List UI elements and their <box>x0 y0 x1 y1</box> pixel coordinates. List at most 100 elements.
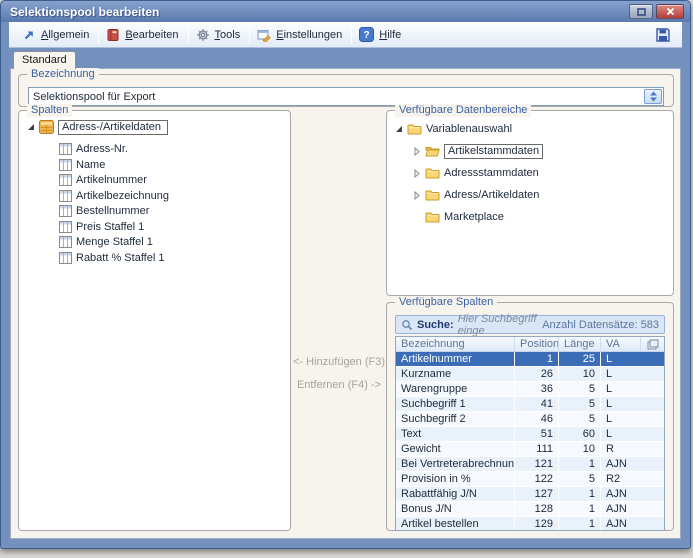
svg-text:?: ? <box>364 30 370 41</box>
dataset-icon <box>39 120 54 134</box>
column-icon <box>59 221 72 233</box>
restore-icon <box>637 8 646 16</box>
tab-standard[interactable]: Standard <box>13 51 76 69</box>
datenbereiche-group-label: Verfügbare Datenbereiche <box>395 104 531 117</box>
table-row[interactable]: Suchbegriff 2465L <box>396 412 664 427</box>
datenbereiche-item-marketplace[interactable]: Marketplace <box>425 209 504 225</box>
search-label: Suche: <box>417 319 454 331</box>
folder-icon <box>425 189 440 201</box>
header-va[interactable]: VA <box>600 337 640 351</box>
spalten-root-label: Adress-/Artikeldaten <box>58 120 168 135</box>
spalten-item-preis-staffel[interactable]: Preis Staffel 1 <box>59 219 144 235</box>
table-row[interactable]: Text5160L <box>396 427 664 442</box>
spalten-item-name[interactable]: Name <box>59 157 105 173</box>
spalten-item-label: Adress-Nr. <box>76 143 128 155</box>
tools-icon <box>196 28 210 42</box>
spalten-item-label: Name <box>76 159 105 171</box>
column-icon <box>59 159 72 171</box>
dialog-window: Selektionspool bearbeiten Allgemein Bear… <box>0 0 691 549</box>
spalten-groupbox: Spalten Adress-/Artikeldaten Adress-Nr. … <box>18 110 291 531</box>
table-row[interactable]: Suchbegriff 1415L <box>396 397 664 412</box>
collapse-arrow-icon[interactable] <box>413 169 421 178</box>
expand-arrow-icon[interactable] <box>27 123 35 131</box>
bearbeiten-button[interactable]: Bearbeiten <box>99 24 187 46</box>
header-laenge[interactable]: Länge <box>558 337 600 351</box>
add-columns-button[interactable]: <- Hinzufügen (F3) <box>293 356 385 368</box>
spalten-item-label: Artikelbezeichnung <box>76 190 169 202</box>
updown-arrows-icon <box>649 91 658 102</box>
column-icon <box>59 252 72 264</box>
content-panel: Bezeichnung Selektionspool für Export Sp… <box>10 68 681 539</box>
datenbereiche-root-label: Variablenauswahl <box>426 123 512 135</box>
spalten-item-adress-nr[interactable]: Adress-Nr. <box>59 141 128 157</box>
header-bezeichnung[interactable]: Bezeichnung <box>396 337 514 351</box>
spalten-item-label: Bestellnummer <box>76 205 149 217</box>
search-icon <box>401 319 413 331</box>
help-icon: ? <box>359 27 374 42</box>
datenbereiche-item-artikelstammdaten[interactable]: Artikelstammdaten <box>413 143 543 159</box>
close-button[interactable] <box>656 4 684 19</box>
arrow-icon <box>22 28 36 42</box>
column-chooser-button[interactable] <box>640 337 664 351</box>
remove-columns-button[interactable]: Entfernen (F4) -> <box>293 379 385 391</box>
table-row[interactable]: Provision in %1225R2 <box>396 472 664 487</box>
column-icon <box>59 174 72 186</box>
table-header[interactable]: Bezeichnung Position Länge VA <box>396 337 664 352</box>
bezeichnung-groupbox: Bezeichnung Selektionspool für Export <box>18 74 674 107</box>
hilfe-label: Hilfe <box>379 29 401 41</box>
collapse-arrow-icon[interactable] <box>413 191 421 200</box>
datenbereiche-item-adress-artikeldaten[interactable]: Adress/Artikeldaten <box>413 187 539 203</box>
bezeichnung-value: Selektionspool für Export <box>29 91 644 103</box>
settings-icon <box>257 28 271 42</box>
tools-label: Tools <box>215 29 241 41</box>
bearbeiten-label: Bearbeiten <box>125 29 178 41</box>
save-button[interactable] <box>650 24 676 46</box>
table-row[interactable]: Bonus J/N1281AJN <box>396 502 664 517</box>
search-bar[interactable]: Suche: Hier Suchbegriff einge Anzahl Dat… <box>395 315 665 334</box>
record-count: Anzahl Datensätze: 583 <box>542 319 659 331</box>
spalten-item-menge-staffel[interactable]: Menge Staffel 1 <box>59 234 153 250</box>
window-title: Selektionspool bearbeiten <box>10 5 626 19</box>
titlebar[interactable]: Selektionspool bearbeiten <box>1 1 690 22</box>
columns-table: Bezeichnung Position Länge VA Artikelnum… <box>395 336 665 531</box>
folder-icon <box>425 211 440 223</box>
verfuegbare-spalten-group-label: Verfügbare Spalten <box>395 296 497 309</box>
spalten-item-rabatt-staffel[interactable]: Rabatt % Staffel 1 <box>59 250 164 266</box>
spalten-item-bestellnummer[interactable]: Bestellnummer <box>59 203 149 219</box>
search-input[interactable]: Hier Suchbegriff einge <box>458 313 539 337</box>
datenbereiche-item-label: Adressstammdaten <box>444 167 539 179</box>
table-row[interactable]: Gewicht11110R <box>396 442 664 457</box>
spalten-item-artikelnummer[interactable]: Artikelnummer <box>59 172 147 188</box>
allgemein-button[interactable]: Allgemein <box>15 24 98 46</box>
spalten-root-item[interactable]: Adress-/Artikeldaten <box>27 119 168 135</box>
table-row[interactable]: Warengruppe365L <box>396 382 664 397</box>
tools-button[interactable]: Tools <box>189 24 250 46</box>
einstellungen-label: Einstellungen <box>276 29 342 41</box>
datenbereiche-root-item[interactable]: Variablenauswahl <box>395 121 512 137</box>
edit-icon <box>106 28 120 42</box>
expand-arrow-icon[interactable] <box>395 125 403 133</box>
column-icon <box>59 190 72 202</box>
table-row[interactable]: Artikel bestellen1291AJN <box>396 517 664 531</box>
collapse-arrow-icon[interactable] <box>413 147 421 156</box>
add-columns-label: <- Hinzufügen (F3) <box>293 356 385 368</box>
folder-icon <box>407 123 422 135</box>
column-icon <box>59 205 72 217</box>
combobox-spinner-button[interactable] <box>644 89 662 104</box>
table-row[interactable]: Kurzname2610L <box>396 367 664 382</box>
datenbereiche-item-label: Artikelstammdaten <box>444 144 543 159</box>
spalten-item-artikelbezeichnung[interactable]: Artikelbezeichnung <box>59 188 169 204</box>
table-row[interactable]: Bei Vertreterabrechnung berücksichtige12… <box>396 457 664 472</box>
header-position[interactable]: Position <box>514 337 558 351</box>
table-row[interactable]: Rabattfähig J/N1271AJN <box>396 487 664 502</box>
hilfe-button[interactable]: ? Hilfe <box>352 24 410 46</box>
table-row[interactable]: Artikelnummer125L <box>396 352 664 367</box>
restore-button[interactable] <box>629 4 653 19</box>
remove-columns-label: Entfernen (F4) -> <box>297 379 381 391</box>
datenbereiche-groupbox: Verfügbare Datenbereiche Variablenauswah… <box>386 110 674 296</box>
datenbereiche-item-adressstammdaten[interactable]: Adressstammdaten <box>413 165 539 181</box>
column-icon <box>59 236 72 248</box>
bezeichnung-combobox[interactable]: Selektionspool für Export <box>28 87 664 106</box>
einstellungen-button[interactable]: Einstellungen <box>250 24 351 46</box>
save-icon <box>655 27 671 43</box>
